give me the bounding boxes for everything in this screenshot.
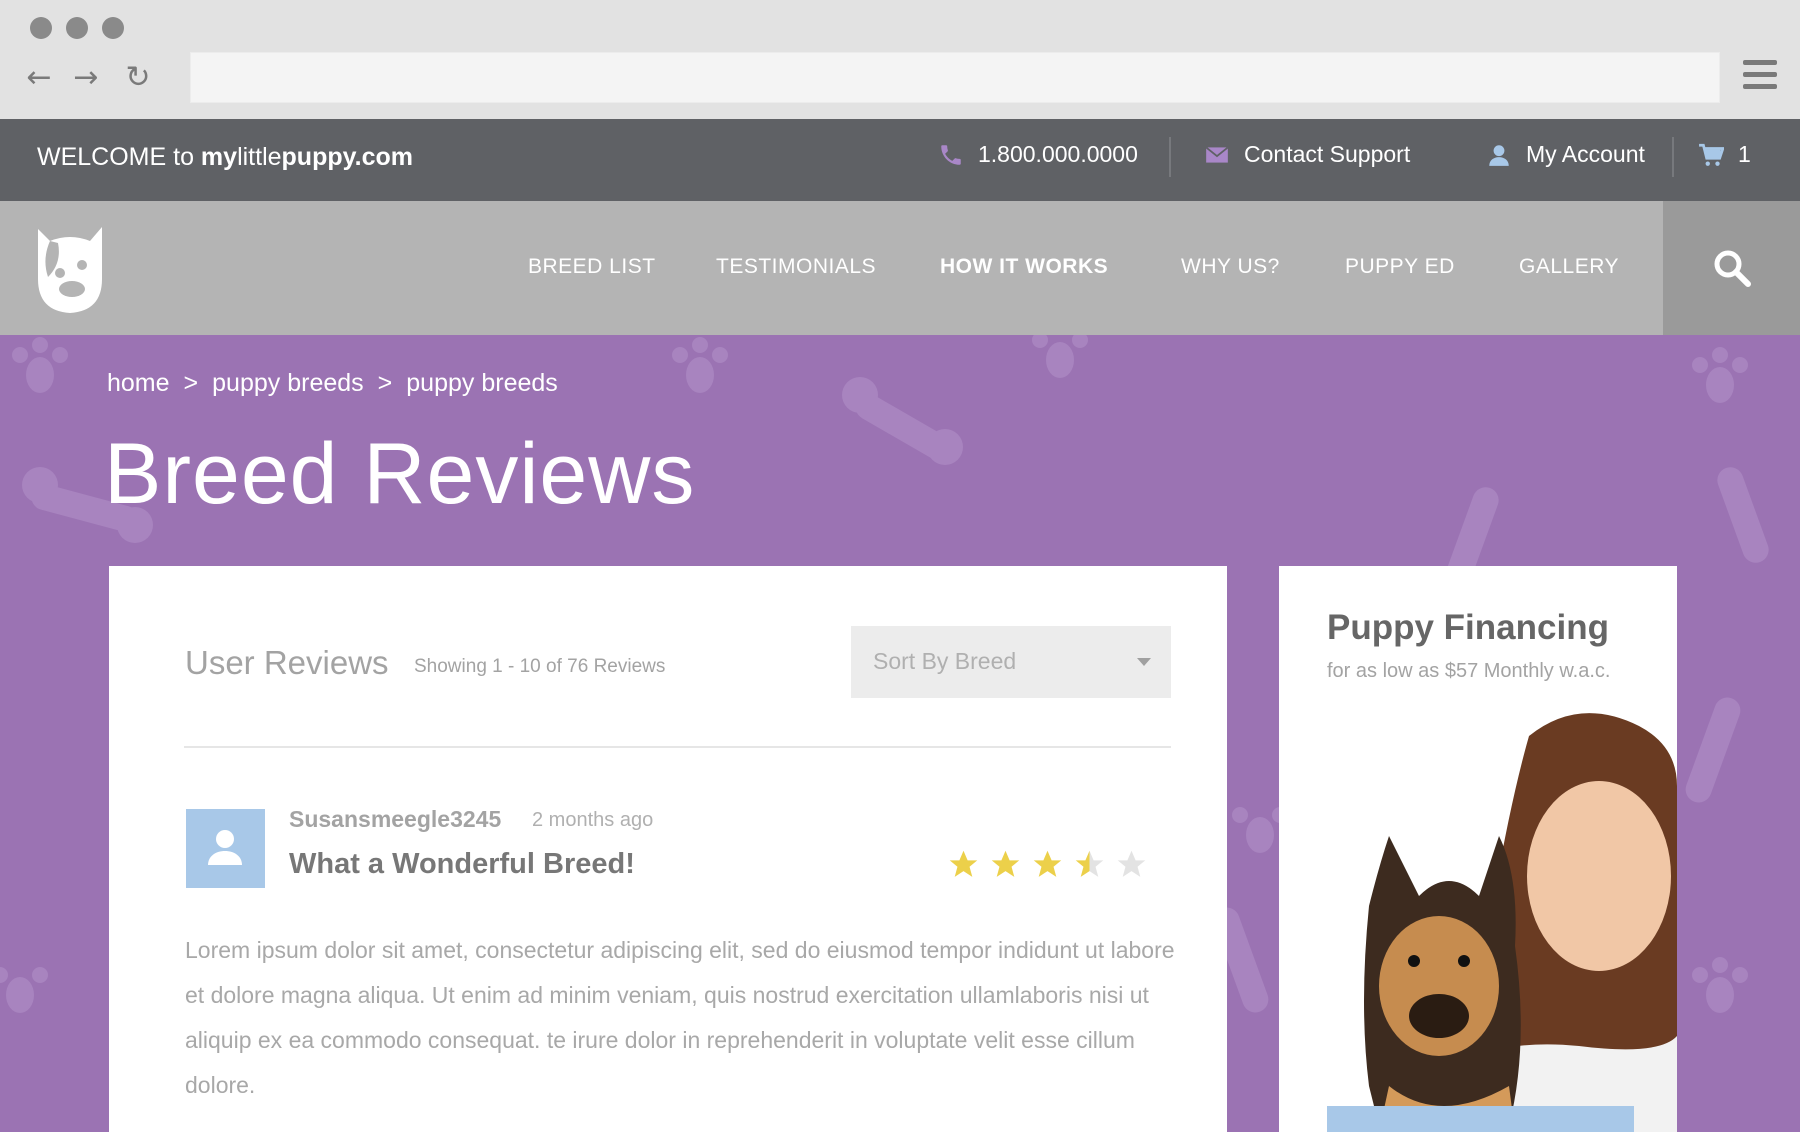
star-full-icon (1033, 850, 1062, 877)
top-utility-bar: WELCOME to mylittlepuppy.com 1.800.000.0… (0, 119, 1800, 201)
avatar[interactable] (186, 809, 265, 888)
financing-cta-button[interactable] (1327, 1106, 1634, 1132)
phone-icon (941, 144, 961, 165)
review-headline: What a Wonderful Breed! (289, 848, 635, 880)
nav-how-it-works[interactable]: HOW IT WORKS (940, 255, 1108, 279)
cart-link[interactable]: 1 (1698, 141, 1751, 168)
star-rating (947, 848, 1148, 881)
review-username[interactable]: Susansmeegle3245 (289, 806, 501, 833)
hamburger-menu-icon[interactable] (1743, 60, 1777, 94)
star-full-icon (991, 850, 1020, 877)
review-timestamp: 2 months ago (532, 809, 654, 831)
search-icon (1714, 250, 1751, 287)
cart-icon (1699, 143, 1724, 166)
puppy-logo-icon[interactable] (34, 219, 106, 315)
address-bar[interactable] (190, 52, 1720, 103)
browser-chrome: ← → ↻ (0, 0, 1800, 119)
reload-icon[interactable]: ↻ (122, 62, 154, 94)
financing-subtitle: for as low as $57 Monthly w.a.c. (1327, 660, 1611, 682)
contact-support-label: Contact Support (1244, 141, 1411, 167)
user-reviews-card: User Reviews Showing 1 - 10 of 76 Review… (109, 566, 1227, 1132)
window-maximize-dot[interactable] (102, 17, 124, 39)
topbar-divider (1672, 137, 1674, 177)
breadcrumb-puppy-breeds[interactable]: puppy breeds (212, 369, 364, 398)
reviews-divider (184, 746, 1171, 748)
main-navigation: BREED LIST TESTIMONIALS HOW IT WORKS WHY… (0, 201, 1800, 335)
breadcrumb-current[interactable]: puppy breeds (406, 369, 558, 398)
window-minimize-dot[interactable] (66, 17, 88, 39)
woman-with-puppy-photo (1364, 713, 1677, 1132)
hero-section: home > puppy breeds > puppy breeds Breed… (0, 335, 1800, 1132)
search-button[interactable] (1663, 201, 1800, 335)
nav-why-us[interactable]: WHY US? (1181, 255, 1280, 279)
topbar-divider (1169, 137, 1171, 177)
sort-select-label: Sort By Breed (873, 648, 1017, 674)
breadcrumb-separator: > (377, 369, 393, 397)
phone-link[interactable]: 1.800.000.0000 (938, 141, 1138, 168)
contact-support-link[interactable]: Contact Support (1204, 141, 1410, 168)
phone-number: 1.800.000.0000 (978, 141, 1138, 167)
user-icon (208, 830, 242, 865)
my-account-label: My Account (1526, 141, 1645, 167)
welcome-message: WELCOME to mylittlepuppy.com (37, 143, 414, 171)
page-title: Breed Reviews (104, 426, 696, 522)
star-full-icon (949, 850, 978, 877)
nav-gallery[interactable]: GALLERY (1519, 255, 1619, 279)
user-icon (1489, 144, 1509, 166)
forward-arrow-icon[interactable]: → (70, 62, 102, 94)
star-empty-icon (1117, 850, 1146, 877)
sort-by-select[interactable]: Sort By Breed (851, 626, 1171, 698)
breadcrumb-home[interactable]: home (107, 369, 170, 398)
reviews-count: Showing 1 - 10 of 76 Reviews (414, 656, 666, 677)
puppy-financing-card: Puppy Financing for as low as $57 Monthl… (1279, 566, 1677, 1132)
envelope-icon (1205, 146, 1229, 163)
review-body: Lorem ipsum dolor sit amet, consectetur … (185, 937, 1175, 1098)
breadcrumb-separator: > (183, 369, 199, 397)
cart-count: 1 (1738, 141, 1751, 167)
nav-testimonials[interactable]: TESTIMONIALS (716, 255, 876, 279)
nav-breed-list[interactable]: BREED LIST (528, 255, 656, 279)
reviews-title: User Reviews (185, 644, 389, 681)
window-close-dot[interactable] (30, 17, 52, 39)
chevron-down-icon (1137, 658, 1151, 666)
breadcrumb: home > puppy breeds > puppy breeds (107, 369, 558, 398)
financing-title: Puppy Financing (1327, 608, 1609, 647)
nav-puppy-ed[interactable]: PUPPY ED (1345, 255, 1455, 279)
star-half-icon (1075, 850, 1104, 877)
my-account-link[interactable]: My Account (1486, 141, 1645, 168)
back-arrow-icon[interactable]: ← (23, 62, 55, 94)
